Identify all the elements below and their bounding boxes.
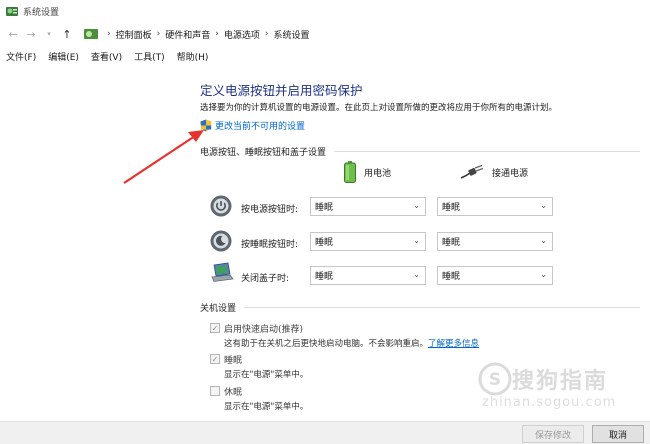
window-title: 系统设置 [23,7,60,18]
footer-bar: 保存修改 取消 [0,421,650,444]
cancel-button[interactable]: 取消 [592,425,644,443]
breadcrumb-separator-icon: › [215,29,219,39]
plugged-column-header: 接通电源 [460,165,528,179]
section-divider [244,307,640,308]
menu-file[interactable]: 文件(F) [6,50,36,63]
sleep-button-label: 按睡眠按钮时: [241,240,299,250]
power-button-label: 按电源按钮时: [241,205,299,215]
lid-close-label: 关闭盖子时: [241,274,290,284]
menu-view[interactable]: 查看(V) [91,50,122,63]
control-panel-folder-icon [84,29,98,39]
breadcrumb-separator-icon: › [107,29,111,39]
breadcrumb: › 控制面板 › 硬件和声音 › 电源选项 › 系统设置 [84,28,310,41]
chevron-down-icon: ⌄ [413,201,420,210]
uac-shield-icon [200,119,212,132]
menu-edit[interactable]: 编辑(E) [48,50,79,63]
select-value: 睡眠 [442,203,461,213]
power-button-icon [210,195,232,217]
title-bar: 系统设置 [0,0,650,22]
sleep-checkbox[interactable]: ✓ [210,354,220,364]
fast-startup-desc-text: 这有助于在关机之后更快地启动电脑。不会影响重启。 [224,339,429,349]
menu-help[interactable]: 帮助(H) [177,50,209,63]
chevron-down-icon: ⌄ [540,201,547,210]
sleep-description: 显示在"电源"菜单中。 [224,370,309,380]
fast-startup-checkbox[interactable]: ✓ [210,323,220,333]
sleep-button-plugged-select[interactable]: 睡眠 ⌄ [437,232,553,251]
learn-more-link[interactable]: 了解更多信息 [428,339,479,349]
crumb-hardware-sound[interactable]: 硬件和声音 [165,28,210,41]
svg-text:S: S [489,370,501,390]
crumb-system-settings[interactable]: 系统设置 [273,28,309,41]
recent-locations-icon[interactable]: ▾ [42,27,56,41]
power-button-battery-select[interactable]: 睡眠 ⌄ [310,197,426,216]
page-title: 定义电源按钮并启用密码保护 [200,83,363,98]
sogou-logo-icon: S [478,362,512,396]
lid-close-plugged-select[interactable]: 睡眠 ⌄ [437,266,553,285]
select-value: 睡眠 [442,272,461,282]
change-unavailable-settings-link[interactable]: 更改当前不可用的设置 [200,119,305,132]
hibernate-label: 休眠 [224,388,243,398]
crumb-power-options[interactable]: 电源选项 [224,28,260,41]
address-bar: ← → ▾ ↑ › 控制面板 › 硬件和声音 › 电源选项 › 系统设置 [0,22,650,46]
power-plug-icon [460,165,484,179]
hibernate-checkbox[interactable] [210,386,220,396]
hibernate-description: 显示在"电源"菜单中。 [224,402,309,412]
select-value: 睡眠 [315,203,334,213]
plugged-label: 接通电源 [492,168,529,179]
power-section-header: 电源按钮、睡眠按钮和盖子设置 [200,148,327,158]
page-description: 选择要为你的计算机设置的电源设置。在此页上对设置所做的更改将应用于你所有的电源计… [200,103,558,113]
power-buttons-section: 电源按钮、睡眠按钮和盖子设置 [200,145,640,158]
shutdown-section: 关机设置 [200,301,640,314]
up-icon[interactable]: ↑ [60,27,74,41]
battery-icon [344,161,356,183]
section-divider [334,151,640,152]
control-panel-icon [6,7,18,16]
back-icon[interactable]: ← [6,27,20,41]
chevron-down-icon: ⌄ [540,270,547,279]
sleep-button-icon [210,230,232,252]
laptop-lid-icon [211,262,234,282]
select-value: 睡眠 [315,238,334,248]
select-value: 睡眠 [315,272,334,282]
forward-icon[interactable]: → [24,27,38,41]
watermark-url: zhinan.sogou.com [482,395,617,410]
save-changes-button[interactable]: 保存修改 [522,425,584,443]
main-content: 定义电源按钮并启用密码保护 选择要为你的计算机设置的电源设置。在此页上对设置所做… [200,80,640,132]
crumb-control-panel[interactable]: 控制面板 [116,28,152,41]
sleep-button-battery-select[interactable]: 睡眠 ⌄ [310,232,426,251]
chevron-down-icon: ⌄ [540,236,547,245]
change-link-text[interactable]: 更改当前不可用的设置 [215,119,305,132]
breadcrumb-separator-icon: › [156,29,161,39]
power-button-plugged-select[interactable]: 睡眠 ⌄ [437,197,553,216]
battery-label: 用电池 [364,168,392,179]
chevron-down-icon: ⌄ [413,270,420,279]
fast-startup-label: 启用快速启动(推荐) [224,325,304,335]
sleep-label: 睡眠 [224,356,243,366]
fast-startup-description: 这有助于在关机之后更快地启动电脑。不会影响重启。了解更多信息 [224,337,479,349]
lid-close-battery-select[interactable]: 睡眠 ⌄ [310,266,426,285]
breadcrumb-separator-icon: › [264,29,269,39]
menu-bar: 文件(F) 编辑(E) 查看(V) 工具(T) 帮助(H) [0,47,650,65]
chevron-down-icon: ⌄ [413,236,420,245]
shutdown-section-header: 关机设置 [200,304,237,314]
menu-tools[interactable]: 工具(T) [134,50,165,63]
battery-column-header: 用电池 [344,161,391,183]
select-value: 睡眠 [442,238,461,248]
watermark-text: 搜狗指南 [512,369,609,394]
sogou-watermark: S 搜狗指南 [478,362,608,396]
